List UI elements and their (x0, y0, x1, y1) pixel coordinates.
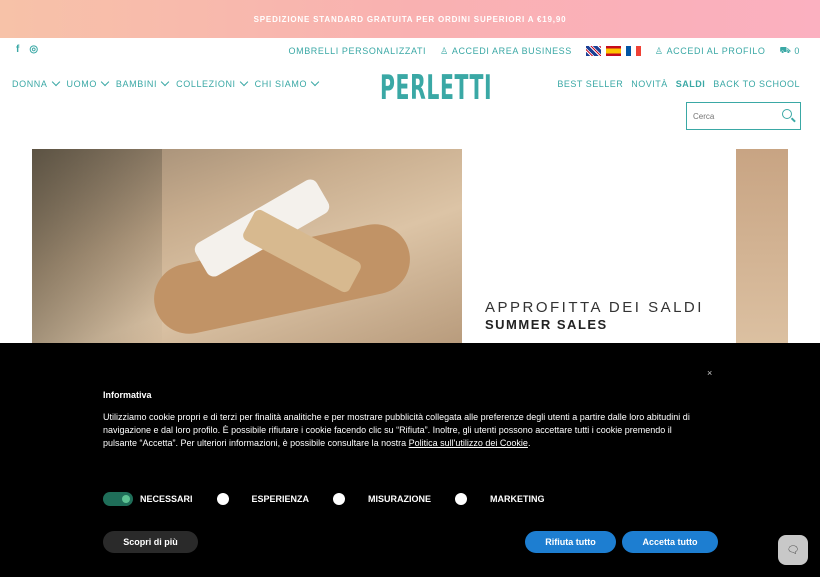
chat-icon: 🗨 (786, 544, 800, 556)
side-photo (736, 149, 788, 349)
banner-headline: APPROFITTA DEI SALDI (485, 299, 704, 316)
user-icon: ♙ (654, 45, 664, 56)
option-misurazione: MISURAZIONE (333, 493, 431, 505)
cart-icon: ⛟ (779, 45, 792, 55)
option-label: ESPERIENZA (251, 494, 310, 504)
chevron-down-icon (310, 77, 320, 87)
learn-more-button[interactable]: Scopri di più (103, 531, 198, 553)
cookie-body: Utilizziamo cookie propri e di terzi per… (103, 412, 690, 448)
option-label: NECESSARI (140, 494, 193, 504)
profile-login-label: ACCEDI AL PROFILO (666, 46, 766, 56)
chevron-down-icon (239, 77, 248, 87)
option-label: MISURAZIONE (368, 494, 432, 504)
nav-label: UOMO (66, 79, 97, 89)
chat-button[interactable]: 🗨 (778, 535, 808, 565)
search-icon[interactable] (782, 109, 792, 119)
chevron-down-icon (160, 77, 170, 87)
cookie-text: Utilizziamo cookie propri e di terzi per… (103, 411, 703, 450)
promo-text: SPEDIZIONE STANDARD GRATUITA PER ORDINI … (253, 14, 567, 24)
hero-banner[interactable]: APPROFITTA DEI SALDI SUMMER SALES (32, 149, 788, 349)
accept-all-button[interactable]: Accetta tutto (622, 531, 718, 553)
nav-item-novita[interactable]: NOVITÀ (631, 79, 668, 89)
option-necessari: NECESSARI (103, 492, 193, 506)
cookie-options: NECESSARI ESPERIENZA MISURAZIONE MARKETI… (103, 492, 569, 506)
nav-item-collezioni[interactable]: COLLEZIONI (176, 77, 248, 89)
nav-item-uomo[interactable]: UOMO (66, 77, 110, 89)
nav-item-best-seller[interactable]: BEST SELLER (557, 79, 623, 89)
business-login-label: ACCEDI AREA BUSINESS (451, 46, 572, 56)
chevron-down-icon (51, 77, 60, 87)
cookie-title: Informativa (103, 390, 152, 400)
banner-subheadline: SUMMER SALES (485, 317, 608, 332)
nav-label: BAMBINI (115, 79, 158, 89)
chevron-down-icon (100, 77, 110, 87)
flag-uk-icon[interactable] (585, 46, 601, 56)
palm-shadow (32, 149, 162, 349)
cart-count: 0 (794, 46, 800, 56)
option-esperienza: ESPERIENZA (216, 493, 310, 505)
top-links: OMBRELLI PERSONALIZZATI ♙ ACCEDI AREA BU… (289, 45, 801, 57)
business-login-link[interactable]: ♙ ACCEDI AREA BUSINESS (440, 46, 572, 57)
language-flags (585, 46, 641, 56)
nav-label: COLLEZIONI (176, 79, 236, 89)
search-input[interactable] (687, 103, 777, 129)
facebook-icon[interactable]: f (16, 44, 19, 55)
esperienza-checkbox[interactable] (216, 493, 229, 505)
nav-item-chi-siamo[interactable]: CHI SIAMO (254, 77, 320, 89)
marketing-checkbox[interactable] (455, 493, 468, 505)
cart-link[interactable]: ⛟ 0 (779, 45, 800, 57)
profile-login-link[interactable]: ♙ ACCEDI AL PROFILO (655, 46, 766, 57)
user-icon: ♙ (440, 45, 449, 56)
cookie-banner: × Informativa Utilizziamo cookie propri … (0, 343, 820, 577)
sandal-photo (32, 149, 462, 349)
option-label: MARKETING (490, 494, 545, 504)
close-icon[interactable]: × (707, 368, 712, 378)
nav-item-bambini[interactable]: BAMBINI (115, 77, 170, 89)
reject-all-button[interactable]: Rifiuta tutto (525, 531, 616, 553)
nav-item-saldi[interactable]: SALDI (676, 79, 706, 89)
nav-label: DONNA (12, 79, 48, 89)
ombrelli-link[interactable]: OMBRELLI PERSONALIZZATI (289, 46, 427, 56)
flag-fr-icon[interactable] (625, 46, 641, 56)
instagram-icon[interactable]: ◎ (29, 44, 38, 55)
main-nav: DONNA UOMO BAMBINI COLLEZIONI CHI SIAMO (12, 77, 320, 89)
nav-item-back-to-school[interactable]: BACK TO SCHOOL (713, 79, 800, 89)
flag-es-icon[interactable] (605, 46, 621, 56)
nav-item-donna[interactable]: DONNA (12, 77, 60, 89)
necessari-toggle[interactable] (103, 492, 133, 506)
nav-label: CHI SIAMO (254, 79, 308, 89)
top-bar: f ◎ OMBRELLI PERSONALIZZATI ♙ ACCEDI ARE… (0, 40, 820, 62)
promo-bar: SPEDIZIONE STANDARD GRATUITA PER ORDINI … (0, 0, 820, 38)
social-links: f ◎ (16, 44, 38, 55)
secondary-nav: BEST SELLER NOVITÀ SALDI BACK TO SCHOOL (557, 79, 800, 89)
cookie-policy-link[interactable]: Politica sull'utilizzo dei Cookie (409, 438, 528, 448)
search-box (686, 102, 801, 130)
site-logo[interactable]: PERLETTI (380, 68, 492, 108)
option-marketing: MARKETING (455, 493, 545, 505)
cookie-end: . (527, 438, 531, 448)
misurazione-checkbox[interactable] (333, 493, 346, 505)
